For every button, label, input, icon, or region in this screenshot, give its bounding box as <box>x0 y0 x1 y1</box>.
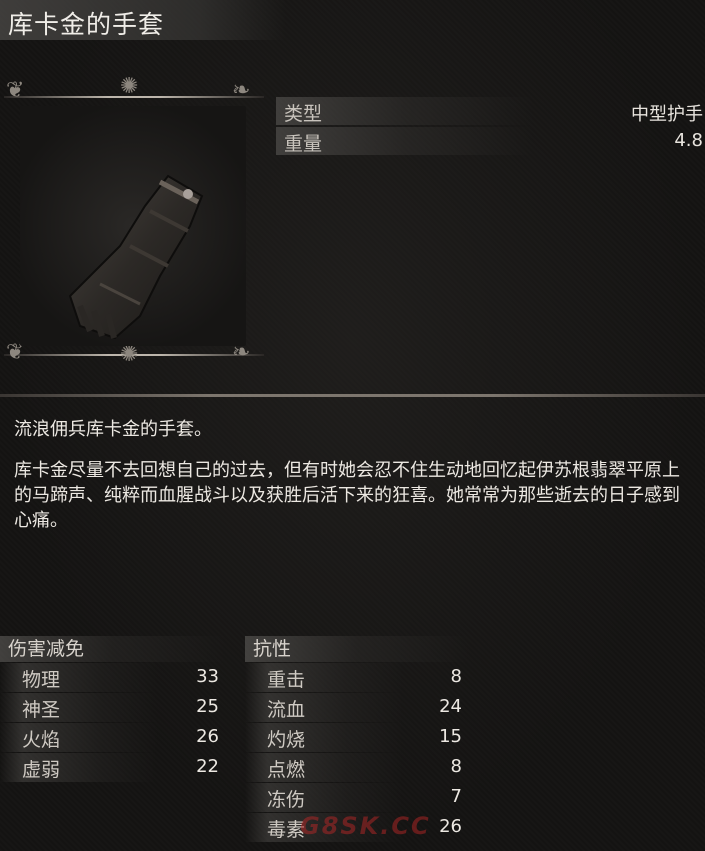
row-label: 虚弱 <box>22 759 61 781</box>
row-label: 灼烧 <box>267 729 306 751</box>
row-value: 8 <box>450 666 462 687</box>
row-value: 8 <box>450 756 462 777</box>
table-row: 冻伤 7 <box>245 783 470 812</box>
filigree-ornament-icon: ❦ <box>6 78 25 103</box>
section-divider <box>0 394 705 397</box>
table-row: 流血 24 <box>245 693 470 722</box>
row-label: 流血 <box>267 699 306 721</box>
table-row: 虚弱 22 <box>0 753 225 782</box>
item-description: 流浪佣兵库卡金的手套。 库卡金尽量不去回想自己的过去，但有时她会忍不住生动地回忆… <box>14 417 694 549</box>
row-value: 33 <box>196 666 219 687</box>
filigree-ornament-icon: ✺ <box>120 74 139 99</box>
stat-label: 类型 <box>284 103 323 125</box>
item-name: 库卡金的手套 <box>8 10 165 39</box>
stat-row-weight: 重量 4.8 <box>276 127 705 155</box>
row-value: 26 <box>196 726 219 747</box>
table-row: 物理 33 <box>0 663 225 692</box>
gauntlet-icon <box>68 174 204 340</box>
row-value: 15 <box>439 726 462 747</box>
stat-value: 中型护手 <box>631 104 703 125</box>
table-row: 神圣 25 <box>0 693 225 722</box>
table-row: 火焰 26 <box>0 723 225 752</box>
row-label: 冻伤 <box>267 789 306 811</box>
row-value: 22 <box>196 756 219 777</box>
damage-reduction-table: 伤害减免 物理 33 神圣 25 火焰 26 虚弱 22 <box>0 636 225 782</box>
damage-reduction-header: 伤害减免 <box>0 636 225 662</box>
filigree-ornament-icon: ❧ <box>232 78 251 103</box>
row-label: 物理 <box>22 669 61 691</box>
stat-value: 4.8 <box>674 130 703 151</box>
table-row: 点燃 8 <box>245 753 470 782</box>
stat-row-type: 类型 中型护手 <box>276 97 705 125</box>
stat-label: 重量 <box>284 133 323 155</box>
row-value: 25 <box>196 696 219 717</box>
item-image-frame: ❦ ✺ ❧ ❦ ✺ ❧ <box>0 70 264 376</box>
table-row: 灼烧 15 <box>245 723 470 752</box>
row-value: 26 <box>439 816 462 837</box>
row-value: 7 <box>450 786 462 807</box>
description-line: 流浪佣兵库卡金的手套。 <box>14 419 212 440</box>
item-image-panel <box>20 106 246 346</box>
description-paragraph: 库卡金尽量不去回想自己的过去，但有时她会忍不住生动地回忆起伊苏根翡翠平原上的马蹄… <box>14 460 680 531</box>
row-label: 火焰 <box>22 729 61 751</box>
row-label: 神圣 <box>22 699 61 721</box>
filigree-ornament-icon: ✺ <box>120 342 139 367</box>
watermark: G8SK.CC <box>300 812 431 840</box>
row-value: 24 <box>439 696 462 717</box>
row-label: 点燃 <box>267 759 306 781</box>
resistance-header: 抗性 <box>245 636 470 662</box>
row-label: 重击 <box>267 669 306 691</box>
table-row: 重击 8 <box>245 663 470 692</box>
